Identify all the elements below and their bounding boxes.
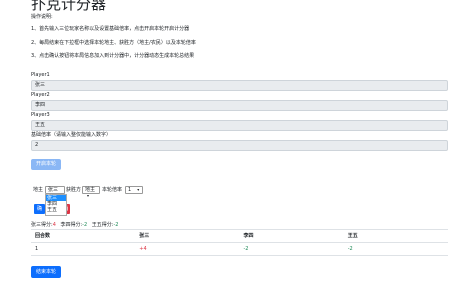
score-summary: 张三得分:4 李四得分:-2 王五得分:-2 [31,222,118,229]
score-table: 回合数 张三 李四 王五 1 +4 -2 -2 [31,229,448,256]
player2-label: Player2 [31,92,50,98]
instruction-line-3: 3、点击确认按钮将本局信息加入到计分器中，计分器动态生成本轮总结果 [31,53,195,59]
rate-select-value: 1 [128,187,132,193]
table-header-cell: 回合数 [35,233,51,239]
table-header-cell: 王五 [347,233,358,239]
table-cell-score: -2 [347,246,353,252]
player2-input[interactable]: 李四 [31,100,448,111]
instructions-heading: 操作说明: [31,14,53,20]
score-value: -2 [113,222,119,228]
table-row: 1 +4 -2 -2 [31,243,448,256]
score-name: 王五得分: [91,222,114,228]
page-title: 扑克计分器 [31,0,107,13]
table-cell-score: +4 [139,246,147,252]
player1-label: Player1 [31,72,50,78]
dropdown-option[interactable]: 王五 [46,207,66,213]
winner-label: 获胜方 [66,187,82,193]
base-rate-input[interactable]: 2 [31,140,448,151]
base-rate-label: 基础倍率（请输入整仅能输入数字） [31,132,112,138]
table-cell-round: 1 [35,246,39,252]
instruction-line-2: 2、每局结束在下拉框中选择本轮地主、获胜方（地主/农民）以及本轮倍率 [31,40,196,46]
score-name: 张三得分: [31,222,53,228]
player3-label: Player3 [31,112,50,118]
player3-input[interactable]: 王五 [31,120,448,131]
chevron-down-icon: ▾ [137,187,140,192]
confirm-button[interactable]: 确 [34,204,45,214]
end-round-button[interactable]: 结束本轮 [31,266,61,278]
table-header-cell: 李四 [243,233,254,239]
chevron-down-icon: ▾ [87,193,90,198]
landlord-label: 地主 [33,187,44,193]
winner-select[interactable]: 地主▾ [82,186,100,198]
landlord-dropdown-list: 张三 李四 王五 [45,194,67,216]
score-value: -2 [82,222,88,228]
table-header-row: 回合数 张三 李四 王五 [31,230,448,243]
table-cell-score: -2 [243,246,249,252]
score-name: 李四得分: [60,222,83,228]
table-header-cell: 张三 [139,233,150,239]
start-round-button[interactable]: 开启本轮 [31,159,61,170]
instruction-line-1: 1、首先输入三位玩家名称以及设置基础倍率，点击开启本轮开启计分器 [31,26,190,32]
player1-input[interactable]: 张三 [31,80,448,91]
landlord-select[interactable]: 张三▾ [45,186,65,198]
rate-select[interactable]: 1 ▾ [125,186,143,194]
score-value: 4 [52,222,56,228]
rate-label: 本轮倍率 [102,187,123,193]
